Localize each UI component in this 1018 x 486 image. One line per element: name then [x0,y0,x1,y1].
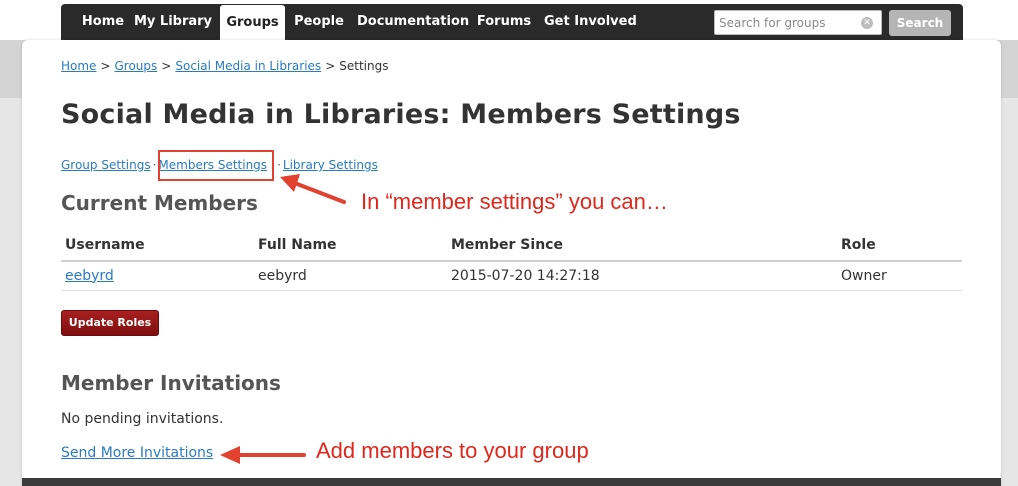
members-table: Username Full Name Member Since Role eeb… [61,229,962,291]
member-since: 2015-07-20 14:27:18 [447,261,837,291]
nav-tab-people[interactable]: People [291,4,347,40]
annotation-add-members: Add members to your group [316,438,589,463]
annotation-member-settings: In “member settings” you can… [361,189,668,214]
nav-tab-get-involved[interactable]: Get Involved [544,4,637,40]
current-members-heading: Current Members [61,191,258,215]
search-box: ✕ [714,10,882,35]
members-settings-highlight [158,150,274,181]
nav-tab-forums[interactable]: Forums [474,4,534,40]
member-full-name: eebyrd [254,261,447,291]
member-username-link[interactable]: eebyrd [65,268,114,284]
invitations-status: No pending invitations. [61,411,224,427]
update-roles-button[interactable]: Update Roles [61,310,159,336]
annotation-arrow-icon [280,174,346,204]
top-navbar: Home My Library Groups People Documentat… [61,4,963,40]
footer-bar [22,478,1001,486]
member-role: Owner [837,261,962,291]
table-row: eebyrd eebyrd 2015-07-20 14:27:18 Owner [61,261,962,291]
table-header-row: Username Full Name Member Since Role [61,229,962,262]
breadcrumb: Home > Groups > Social Media in Libraries > Se… [61,59,388,73]
nav-tab-groups[interactable]: Groups [220,5,285,40]
breadcrumb-group[interactable]: Social Media in Libraries [175,59,321,73]
breadcrumb-separator: > [325,59,336,73]
breadcrumb-current: Settings [339,59,389,73]
nav-tab-home[interactable]: Home [71,4,135,40]
search-button[interactable]: Search [889,10,951,36]
clear-search-icon[interactable]: ✕ [861,17,873,29]
nav-tab-my-library[interactable]: My Library [133,4,213,40]
column-role: Role [837,229,962,262]
column-username: Username [61,229,254,262]
breadcrumb-home[interactable]: Home [61,59,96,73]
breadcrumb-separator: > [100,59,111,73]
member-invitations-heading: Member Invitations [61,371,281,395]
breadcrumb-separator: > [161,59,172,73]
breadcrumb-groups[interactable]: Groups [115,59,158,73]
annotation-arrow-icon [220,446,306,464]
subnav-group-settings[interactable]: Group Settings [61,158,151,172]
search-input[interactable] [719,14,855,32]
subnav-separator: · [152,158,157,172]
nav-tab-documentation[interactable]: Documentation [357,4,469,40]
page-title: Social Media in Libraries: Members Setti… [61,99,741,130]
send-invitations-link[interactable]: Send More Invitations [61,445,213,461]
column-full-name: Full Name [254,229,447,262]
column-member-since: Member Since [447,229,837,262]
